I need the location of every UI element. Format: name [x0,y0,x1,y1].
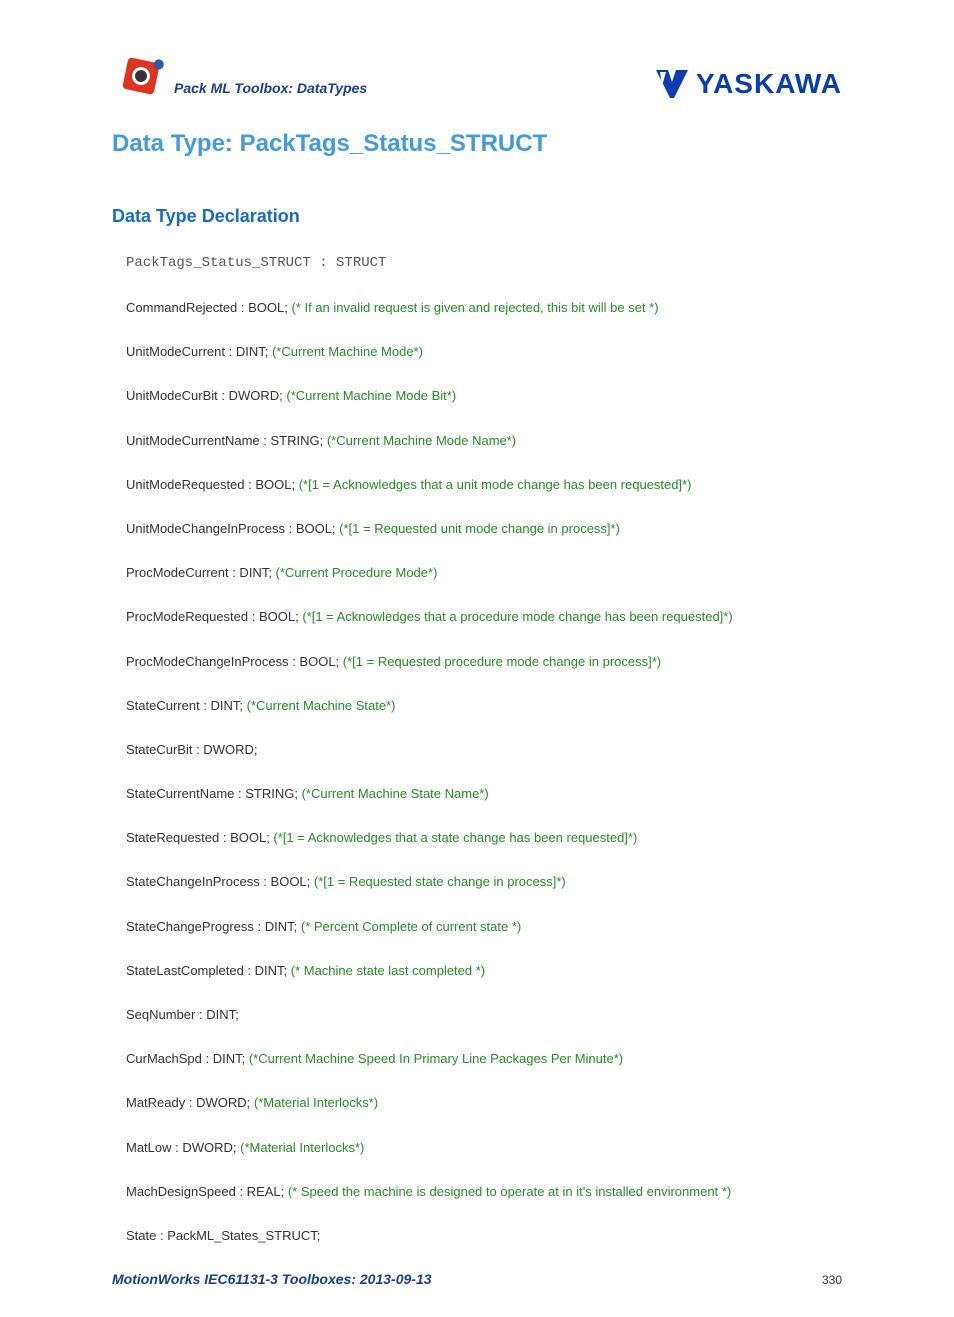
struct-member: StateCurrentName : STRING; (*Current Mac… [126,785,842,803]
member-comment: (* If an invalid request is given and re… [291,300,658,315]
toolbox-logo-icon [112,50,170,100]
struct-member: StateCurBit : DWORD; [126,741,842,759]
member-declaration: StateCurBit : DWORD; [126,742,257,757]
member-declaration: StateLastCompleted : DINT; [126,963,291,978]
member-declaration: UnitModeCurrent : DINT; [126,344,272,359]
struct-member: UnitModeRequested : BOOL; (*[1 = Acknowl… [126,476,842,494]
page-number: 330 [822,1273,842,1287]
struct-member: CurMachSpd : DINT; (*Current Machine Spe… [126,1050,842,1068]
struct-member: MachDesignSpeed : REAL; (* Speed the mac… [126,1183,842,1201]
member-declaration: MachDesignSpeed : REAL; [126,1184,288,1199]
member-comment: (*Material Interlocks*) [254,1095,378,1110]
struct-member: StateRequested : BOOL; (*[1 = Acknowledg… [126,829,842,847]
header-left: Pack ML Toolbox: DataTypes [112,50,367,100]
yaskawa-mark-icon [654,68,690,100]
brand-text: Pack ML Toolbox: DataTypes [174,80,367,100]
member-comment: (*Material Interlocks*) [240,1140,364,1155]
member-declaration: MatReady : DWORD; [126,1095,254,1110]
member-declaration: StateChangeInProcess : BOOL; [126,874,314,889]
struct-member: StateCurrent : DINT; (*Current Machine S… [126,697,842,715]
member-comment: (*Current Machine Speed In Primary Line … [249,1051,623,1066]
struct-member: ProcModeRequested : BOOL; (*[1 = Acknowl… [126,608,842,626]
member-declaration: CurMachSpd : DINT; [126,1051,249,1066]
struct-member: StateLastCompleted : DINT; (* Machine st… [126,962,842,980]
member-comment: (*Current Procedure Mode*) [276,565,438,580]
struct-member: MatReady : DWORD; (*Material Interlocks*… [126,1094,842,1112]
section-title: Data Type Declaration [112,206,842,227]
member-comment: (*[1 = Requested state change in process… [314,874,566,889]
member-declaration: ProcModeCurrent : DINT; [126,565,276,580]
page-footer: MotionWorks IEC61131-3 Toolboxes: 2013-0… [112,1271,842,1287]
document-page: Pack ML Toolbox: DataTypes YASKAWA Data … [0,0,954,1317]
member-declaration: MatLow : DWORD; [126,1140,240,1155]
member-declaration: StateCurrentName : STRING; [126,786,302,801]
struct-member: MatLow : DWORD; (*Material Interlocks*) [126,1139,842,1157]
struct-member: UnitModeChangeInProcess : BOOL; (*[1 = R… [126,520,842,538]
member-declaration: UnitModeRequested : BOOL; [126,477,299,492]
member-comment: (* Speed the machine is designed to oper… [288,1184,731,1199]
member-comment: (*Current Machine State Name*) [302,786,489,801]
struct-declaration: PackTags_Status_STRUCT : STRUCT [126,255,842,271]
member-declaration: UnitModeCurrentName : STRING; [126,433,327,448]
struct-member: ProcModeChangeInProcess : BOOL; (*[1 = R… [126,653,842,671]
struct-members-list: CommandRejected : BOOL; (* If an invalid… [126,299,842,1245]
member-comment: (*Current Machine Mode Bit*) [286,388,456,403]
struct-member: SeqNumber : DINT; [126,1006,842,1024]
member-comment: (*Current Machine Mode Name*) [327,433,516,448]
member-declaration: State : PackML_States_STRUCT; [126,1228,320,1243]
member-comment: (* Machine state last completed *) [291,963,485,978]
struct-member: ProcModeCurrent : DINT; (*Current Proced… [126,564,842,582]
member-comment: (*Current Machine State*) [247,698,396,713]
member-declaration: UnitModeCurBit : DWORD; [126,388,286,403]
member-comment: (*[1 = Acknowledges that a procedure mod… [302,609,732,624]
member-declaration: StateRequested : BOOL; [126,830,273,845]
member-declaration: SeqNumber : DINT; [126,1007,239,1022]
member-declaration: StateChangeProgress : DINT; [126,919,301,934]
struct-member: CommandRejected : BOOL; (* If an invalid… [126,299,842,317]
page-header: Pack ML Toolbox: DataTypes YASKAWA [112,50,842,100]
member-comment: (*[1 = Requested procedure mode change i… [343,654,661,669]
struct-member: StateChangeInProcess : BOOL; (*[1 = Requ… [126,873,842,891]
struct-member: State : PackML_States_STRUCT; [126,1227,842,1245]
struct-member: StateChangeProgress : DINT; (* Percent C… [126,918,842,936]
struct-member: UnitModeCurBit : DWORD; (*Current Machin… [126,387,842,405]
member-comment: (*[1 = Acknowledges that a state change … [273,830,637,845]
member-declaration: UnitModeChangeInProcess : BOOL; [126,521,339,536]
member-declaration: CommandRejected : BOOL; [126,300,291,315]
member-comment: (*Current Machine Mode*) [272,344,423,359]
struct-member: UnitModeCurrentName : STRING; (*Current … [126,432,842,450]
member-declaration: ProcModeRequested : BOOL; [126,609,302,624]
member-comment: (*[1 = Acknowledges that a unit mode cha… [299,477,692,492]
yaskawa-logo: YASKAWA [654,68,842,100]
yaskawa-text: YASKAWA [696,68,842,100]
member-comment: (* Percent Complete of current state *) [301,919,521,934]
footer-text: MotionWorks IEC61131-3 Toolboxes: 2013-0… [112,1271,432,1287]
member-declaration: ProcModeChangeInProcess : BOOL; [126,654,343,669]
member-comment: (*[1 = Requested unit mode change in pro… [339,521,620,536]
page-title: Data Type: PackTags_Status_STRUCT [112,130,842,158]
member-declaration: StateCurrent : DINT; [126,698,247,713]
struct-member: UnitModeCurrent : DINT; (*Current Machin… [126,343,842,361]
